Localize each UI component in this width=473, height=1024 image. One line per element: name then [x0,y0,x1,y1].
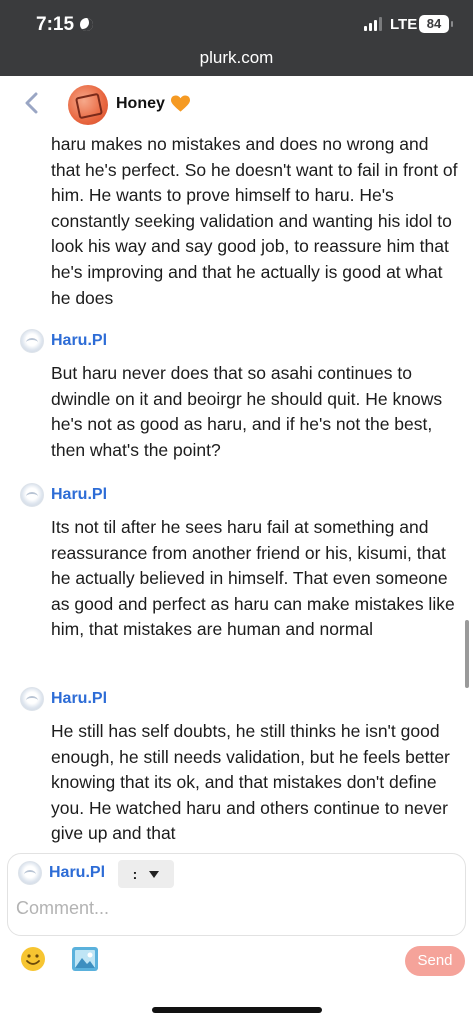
owner-name[interactable]: Honey [116,95,165,113]
plurk-header: Honey [0,76,473,132]
avatar[interactable] [20,687,44,711]
response-text: He still has self doubts, he still think… [51,721,450,844]
send-button[interactable]: Send [405,946,465,976]
heart-icon [171,95,190,112]
response-text: Its not til after he sees haru fail at s… [51,517,455,640]
qualifier-value: : [132,866,138,882]
qualifier-select[interactable]: : [118,860,174,888]
response-author[interactable]: Haru.Pl [51,690,107,708]
time-label: 7:15 [36,14,75,35]
scrollbar[interactable] [465,620,469,688]
emoji-icon[interactable] [20,946,46,972]
avatar[interactable] [20,483,44,507]
comment-composer: Haru.Pl : [7,853,466,936]
plurk-thread[interactable]: haru makes no mistakes and does no wrong… [0,132,473,847]
status-time: 7:15 [36,14,94,36]
response-header: Haru.Pl [20,686,107,712]
comment-input[interactable] [16,894,446,922]
signal-icon [364,17,382,31]
back-chevron-icon[interactable] [22,92,44,114]
response-author[interactable]: Haru.Pl [51,486,107,504]
dropdown-triangle-icon [149,870,160,878]
response-author[interactable]: Haru.Pl [51,332,107,350]
composer-author: Haru.Pl [18,860,105,886]
network-label: LTE [390,16,418,33]
composer-author-name: Haru.Pl [49,864,106,881]
home-indicator [152,1007,322,1013]
plurk-text: haru makes no mistakes and does no wrong… [51,134,458,308]
status-bar: 7:15 LTE 84 plurk.com [0,0,473,76]
response-text: But haru never does that so asahi contin… [51,363,443,460]
moon-icon [80,18,94,31]
avatar [18,861,42,885]
owner-avatar[interactable] [68,85,108,125]
response-header: Haru.Pl [20,328,107,354]
response-header: Haru.Pl [20,482,107,508]
image-icon[interactable] [71,946,99,972]
avatar[interactable] [20,329,44,353]
url-bar[interactable]: plurk.com [0,48,473,68]
battery-indicator: 84 [419,15,453,33]
